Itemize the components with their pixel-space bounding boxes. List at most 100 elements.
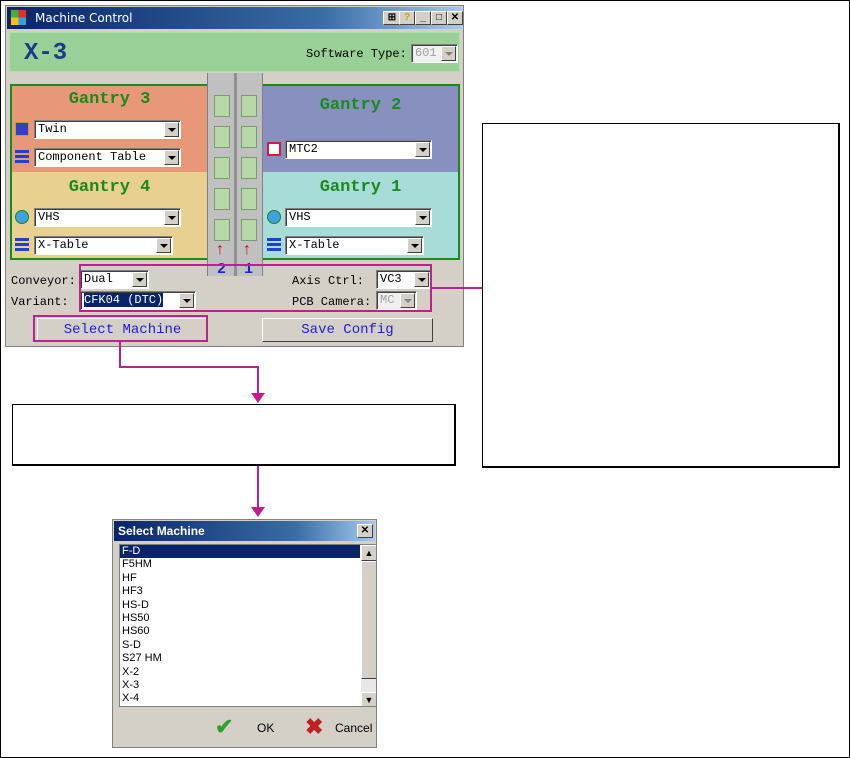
list-item[interactable]: S27 HM — [120, 652, 360, 665]
select-machine-highlight — [33, 315, 208, 342]
gantry-4-panel: Gantry 4 VHS X-Table — [12, 172, 207, 258]
minimize-button[interactable]: _ — [415, 11, 431, 25]
variant-label: Variant: — [11, 295, 69, 309]
chevron-down-icon — [407, 238, 422, 253]
gantry-3-feeder-select[interactable]: Component Table — [34, 148, 181, 167]
list-scrollbar[interactable]: ▲ ▼ — [361, 545, 376, 706]
chevron-down-icon — [415, 210, 430, 225]
gantry-2-title: Gantry 2 — [319, 96, 402, 115]
gantry-1-feeder-value: X-Table — [289, 238, 340, 252]
feeder-slot — [241, 95, 257, 117]
chevron-down-icon — [164, 122, 179, 137]
save-config-button[interactable]: Save Config — [262, 318, 433, 342]
list-item[interactable]: X-2 — [120, 666, 360, 679]
feeder-slot — [214, 157, 230, 179]
list-item[interactable]: HS60 — [120, 625, 360, 638]
feeder-slot — [241, 157, 257, 179]
window-title: Machine Control — [35, 11, 133, 25]
connector-line — [257, 465, 259, 509]
software-type-label: Software Type: — [306, 47, 407, 61]
list-item[interactable]: S-D — [120, 639, 360, 652]
list-item[interactable]: X-3 — [120, 679, 360, 692]
software-type-select[interactable]: 601 — [411, 44, 458, 63]
app-icon — [10, 9, 27, 26]
feeder-slot — [241, 188, 257, 210]
select-machine-dialog: Select Machine ✕ F-D F5HM HF HF3 HS-D HS50 HS6… — [112, 519, 377, 748]
software-type-value: 601 — [415, 46, 437, 60]
conveyor-lanes: ↑ ↑ 2 1 — [207, 73, 263, 278]
gantry-4-head-select[interactable]: VHS — [34, 208, 181, 227]
list-item[interactable]: HF3 — [120, 585, 360, 598]
gantry-3-head-select[interactable]: Twin — [34, 120, 181, 139]
note-box-middle — [12, 404, 456, 466]
machine-header: X-3 Software Type: 601 — [9, 32, 460, 72]
list-item[interactable]: F5HM — [120, 558, 360, 571]
chevron-down-icon — [164, 210, 179, 225]
help-icon[interactable]: ? — [399, 11, 415, 25]
cancel-button[interactable]: ✖ Cancel — [301, 714, 376, 740]
list-item[interactable]: HS50 — [120, 612, 360, 625]
close-button[interactable]: ✕ — [447, 11, 463, 25]
dialog-close-button[interactable]: ✕ — [357, 524, 373, 538]
gantry-1-head-value: VHS — [289, 210, 311, 224]
lane-divider — [234, 73, 237, 276]
gantry-2-head-value: MTC2 — [289, 142, 318, 156]
chevron-down-icon — [156, 238, 171, 253]
gantry-4-title: Gantry 4 — [68, 178, 151, 197]
dialog-title: Select Machine — [118, 524, 205, 538]
machine-name: X-3 — [24, 40, 68, 67]
gantry-1-title: Gantry 1 — [319, 178, 402, 197]
cross-icon: ✖ — [305, 714, 324, 739]
gantry-2-panel: Gantry 2 MTC2 — [263, 86, 458, 172]
feeder-slot — [241, 219, 257, 241]
ok-label: OK — [257, 721, 275, 735]
gantry-3-panel: Gantry 3 Twin Component Table — [12, 86, 207, 172]
feeder-list-icon — [15, 150, 29, 164]
conveyor-label: Conveyor: — [11, 274, 76, 288]
list-item[interactable]: F-D — [120, 545, 360, 559]
machine-list-items: F-D F5HM HF HF3 HS-D HS50 HS60 S-D S27 HM X-2 X-3 X… — [120, 545, 360, 706]
gantry-1-panel: Gantry 1 VHS X-Table — [263, 172, 458, 258]
gantry-3-head-value: Twin — [38, 122, 67, 136]
list-item[interactable]: X-4 — [120, 692, 360, 705]
cancel-label: Cancel — [335, 721, 373, 735]
feeder-slot — [214, 188, 230, 210]
note-box-right — [482, 123, 840, 468]
gantry-4-feeder-value: X-Table — [38, 238, 89, 252]
ok-button[interactable]: ✔ OK — [213, 714, 283, 740]
arrow-down-icon — [251, 507, 265, 517]
feeder-list-icon — [267, 238, 281, 252]
connector-line — [257, 366, 259, 394]
gantry-2-head-select[interactable]: MTC2 — [285, 140, 432, 159]
mtc-head-icon — [267, 142, 281, 156]
gantry-4-feeder-select[interactable]: X-Table — [34, 236, 173, 255]
gantry-1-head-select[interactable]: VHS — [285, 208, 432, 227]
feeder-slot — [241, 126, 257, 148]
connector-line — [119, 366, 258, 368]
settings-highlight — [79, 264, 432, 312]
list-item[interactable]: HS-D — [120, 599, 360, 612]
gantry-3-title: Gantry 3 — [68, 90, 151, 109]
feeder-slot — [214, 126, 230, 148]
scroll-up-button[interactable]: ▲ — [361, 545, 376, 561]
title-bar: Machine Control ⊞ ? _ □ ✕ — [7, 7, 463, 29]
gantry-4-head-value: VHS — [38, 210, 60, 224]
connector-line — [432, 287, 482, 289]
chevron-down-icon — [164, 150, 179, 165]
checkmark-icon: ✔ — [215, 714, 234, 739]
chevron-down-icon — [441, 46, 456, 61]
dialog-title-bar: Select Machine ✕ — [114, 521, 375, 541]
chevron-down-icon — [415, 142, 430, 157]
twin-head-icon — [15, 122, 29, 136]
scroll-down-button[interactable]: ▼ — [361, 692, 376, 706]
list-item[interactable]: HF — [120, 572, 360, 585]
lane-1-arrow-icon: ↑ — [243, 241, 251, 258]
maximize-button[interactable]: □ — [431, 11, 447, 25]
feeder-slot — [214, 219, 230, 241]
vhs-head-icon — [15, 210, 29, 224]
gantry-1-feeder-select[interactable]: X-Table — [285, 236, 424, 255]
machine-list[interactable]: F-D F5HM HF HF3 HS-D HS50 HS60 S-D S27 HM X-2 X-3 X… — [119, 544, 377, 707]
feeder-list-icon — [15, 238, 29, 252]
vhs-head-icon — [267, 210, 281, 224]
scroll-thumb[interactable] — [361, 561, 376, 679]
